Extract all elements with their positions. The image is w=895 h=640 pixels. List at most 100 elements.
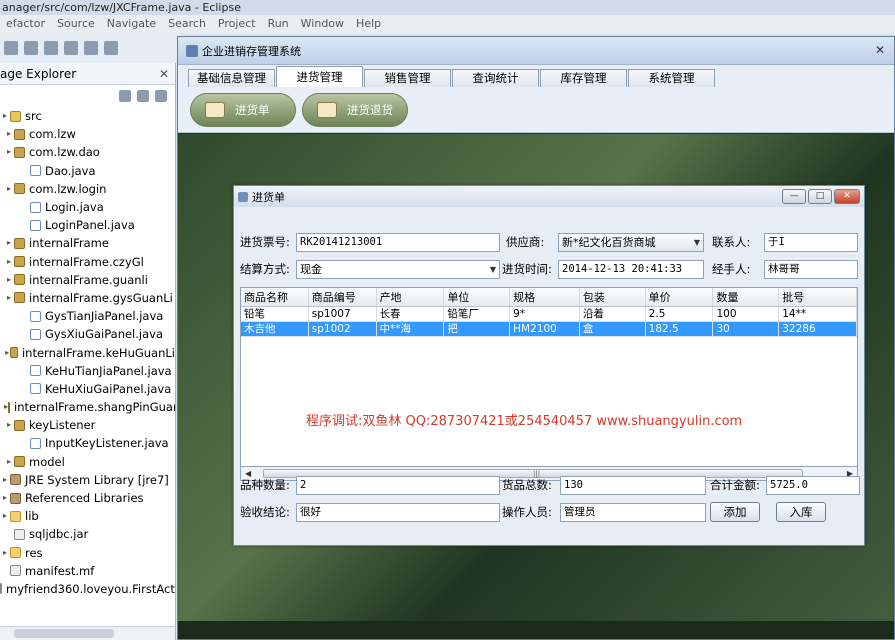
total-qty-field[interactable]: 130	[560, 475, 706, 495]
view-menu-icon[interactable]	[155, 90, 167, 102]
table-cell[interactable]: 长春	[376, 307, 445, 322]
table-cell[interactable]: 100	[713, 307, 780, 322]
table-cell[interactable]: 182.5	[645, 322, 714, 337]
tree-item[interactable]: ▸ internalFrame.guanli	[0, 271, 175, 289]
tab-1[interactable]: 进货管理	[276, 66, 363, 87]
close-icon[interactable]: ✕	[159, 63, 169, 84]
table-cell[interactable]: 2.5	[645, 307, 714, 322]
column-header[interactable]: 商品编号	[309, 288, 377, 306]
add-button[interactable]: 添加	[710, 502, 760, 522]
close-icon[interactable]: ✕	[872, 43, 888, 57]
tab-3[interactable]: 查询统计	[452, 69, 539, 87]
toolbar-icon[interactable]	[64, 41, 78, 55]
handler-field[interactable]: 林哥哥	[764, 259, 858, 279]
tree-item[interactable]: myfriend360.loveyou.FirstActivity	[0, 580, 175, 598]
expand-arrow-icon[interactable]: ▸	[4, 234, 14, 252]
ticket-no-field[interactable]: RK20141213001	[296, 232, 500, 252]
table-cell[interactable]: 32286	[779, 322, 857, 337]
column-header[interactable]: 单位	[444, 288, 511, 306]
table-cell[interactable]: 把	[444, 322, 511, 337]
tree-item[interactable]: ▸ internalFrame	[0, 234, 175, 252]
tree-item[interactable]: GysTianJiaPanel.java	[0, 307, 175, 325]
toolbar-icon[interactable]	[24, 41, 38, 55]
tree-item[interactable]: Dao.java	[0, 162, 175, 180]
tab-5[interactable]: 系统管理	[628, 69, 715, 87]
column-header[interactable]: 商品名称	[241, 288, 309, 306]
expand-arrow-icon[interactable]: ▸	[4, 289, 14, 307]
table-cell[interactable]: 沿着	[579, 307, 646, 322]
menu-item[interactable]: Source	[51, 15, 101, 33]
operator-field[interactable]: 管理员	[560, 502, 706, 522]
table-cell[interactable]: 木吉他	[241, 322, 309, 337]
total-amount-field[interactable]: 5725.0	[766, 475, 860, 495]
toolbar-icon[interactable]	[44, 41, 58, 55]
close-icon[interactable]: ✕	[834, 189, 860, 204]
column-header[interactable]: 批号	[779, 288, 857, 306]
tree-item[interactable]: ▸ internalFrame.czyGl	[0, 253, 175, 271]
tree-item[interactable]: GysXiuGaiPanel.java	[0, 325, 175, 343]
tree-item[interactable]: sqljdbc.jar	[0, 525, 175, 543]
tab-0[interactable]: 基础信息管理	[188, 69, 275, 87]
kind-count-field[interactable]: 2	[296, 475, 500, 495]
expand-arrow-icon[interactable]: ▸	[4, 180, 14, 198]
column-header[interactable]: 单价	[646, 288, 714, 306]
menu-item[interactable]: Window	[295, 15, 350, 33]
expand-arrow-icon[interactable]: ▸	[4, 143, 14, 161]
tree-item[interactable]: manifest.mf	[0, 562, 175, 580]
table-row[interactable]: 木吉他 sp1002 中**海把 HM2100 盒 182.5 30 32286	[241, 322, 857, 337]
tree-item[interactable]: ▸ src	[0, 107, 175, 125]
stock-in-button[interactable]: 入库	[776, 502, 826, 522]
table-cell[interactable]: 中**海	[376, 322, 445, 337]
column-header[interactable]: 产地	[377, 288, 445, 306]
table-cell[interactable]: 盒	[579, 322, 646, 337]
expand-arrow-icon[interactable]: ▸	[4, 416, 14, 434]
tree-item[interactable]: ▸ lib	[0, 507, 175, 525]
expand-arrow-icon[interactable]: ▸	[0, 471, 10, 489]
column-header[interactable]: 数量	[713, 288, 780, 306]
table-cell[interactable]: 14**	[779, 307, 857, 322]
table-cell[interactable]: 9*	[510, 307, 580, 322]
purchase-time-field[interactable]: 2014-12-13 20:41:33	[558, 259, 704, 279]
expand-arrow-icon[interactable]: ▸	[4, 125, 14, 143]
supplier-select[interactable]: 新*纪文化百货商城 ▼	[558, 232, 704, 252]
tree-item[interactable]: ▸ com.lzw.login	[0, 180, 175, 198]
table-cell[interactable]: 30	[713, 322, 780, 337]
horizontal-scrollbar[interactable]	[0, 626, 175, 640]
table-cell[interactable]: 铅笔厂	[444, 307, 511, 322]
link-editor-icon[interactable]	[137, 90, 149, 102]
table-cell[interactable]: sp1007	[308, 307, 377, 322]
expand-arrow-icon[interactable]: ▸	[4, 271, 14, 289]
menu-item[interactable]: Help	[350, 15, 387, 33]
collapse-all-icon[interactable]	[119, 90, 131, 102]
goods-table[interactable]: 商品名称 商品编号 产地 单位 规格 包装 单价 数量 批号 铅笔 sp1007 长春 铅笔厂 9* 沿着…	[240, 287, 858, 467]
tree-item[interactable]: ▸ Referenced Libraries	[0, 489, 175, 507]
tree-item[interactable]: ▸ JRE System Library [jre7]	[0, 471, 175, 489]
maximize-icon[interactable]: □	[808, 189, 832, 204]
toolbar-icon[interactable]	[84, 41, 98, 55]
tab-2[interactable]: 销售管理	[364, 69, 451, 87]
tree-item[interactable]: LoginPanel.java	[0, 216, 175, 234]
expand-arrow-icon[interactable]: ▸	[0, 507, 10, 525]
tree-item[interactable]: InputKeyListener.java	[0, 434, 175, 452]
tree-item[interactable]: Login.java	[0, 198, 175, 216]
table-cell[interactable]: 铅笔	[241, 307, 309, 322]
tree-item[interactable]: ▸ com.lzw.dao	[0, 143, 175, 161]
tree-item[interactable]: ▸ com.lzw	[0, 125, 175, 143]
table-row[interactable]: 铅笔 sp1007 长春 铅笔厂 9* 沿着 2.5 100 14**	[241, 307, 857, 322]
toolbar-icon[interactable]	[4, 41, 18, 55]
expand-arrow-icon[interactable]: ▸	[4, 453, 14, 471]
tree-item[interactable]: ▸ model	[0, 453, 175, 471]
menu-item[interactable]: Navigate	[101, 15, 162, 33]
column-header[interactable]: 规格	[510, 288, 580, 306]
minimize-icon[interactable]: —	[782, 189, 806, 204]
column-header[interactable]: 包装	[580, 288, 646, 306]
settlement-select[interactable]: 现金 ▼	[296, 259, 500, 279]
menu-item[interactable]: Search	[162, 15, 212, 33]
tree-item[interactable]: ▸ res	[0, 544, 175, 562]
menu-item[interactable]: Project	[212, 15, 262, 33]
tree-item[interactable]: ▸ internalFrame.gysGuanLi	[0, 289, 175, 307]
menu-item[interactable]: efactor	[0, 15, 51, 33]
expand-arrow-icon[interactable]: ▸	[0, 544, 10, 562]
table-cell[interactable]: sp1002	[308, 322, 377, 337]
tree-item[interactable]: KeHuXiuGaiPanel.java	[0, 380, 175, 398]
